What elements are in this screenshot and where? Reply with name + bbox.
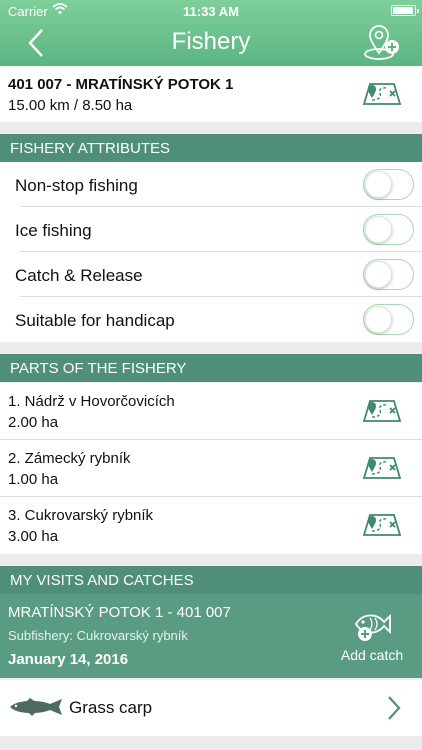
part-area: 2.00 ha [8,414,59,431]
part-name: 2. Zámecký rybník [8,450,131,467]
fishery-name: 401 007 - MRATÍNSKÝ POTOK 1 [8,76,234,93]
section-header-attributes: FISHERY ATTRIBUTES [0,134,422,162]
section-header-parts: PARTS OF THE FISHERY [0,354,422,382]
non-stop-fishing-toggle[interactable] [363,169,414,200]
catch-species: Grass carp [69,698,153,717]
status-bar: Carrier 11:33 AM [0,0,422,22]
map-route-icon[interactable] [362,452,402,482]
clock: 11:33 AM [183,4,239,19]
attribute-row: Ice fishing [0,207,422,252]
part-row[interactable]: 1. Nádrž v Hovorčovicích 2.00 ha [0,383,422,440]
attribute-label: Catch & Release [15,266,143,285]
part-area: 1.00 ha [8,471,59,488]
page-title: Fishery [171,28,251,55]
attribute-label: Non-stop fishing [15,176,138,195]
attributes-list: Non-stop fishing Ice fishing Catch & Rel… [0,162,422,342]
map-pin-add-icon [364,25,399,60]
add-catch-label: Add catch [340,647,404,663]
add-catch-button[interactable]: Add catch [322,594,422,678]
attribute-row: Suitable for handicap [0,297,422,342]
handicap-toggle[interactable] [363,304,414,335]
map-route-icon[interactable] [362,509,402,539]
parts-list: 1. Nádrž v Hovorčovicích 2.00 ha 2. Záme… [0,383,422,554]
map-route-icon[interactable] [362,78,402,108]
battery-icon [391,5,419,16]
map-route-icon[interactable] [362,395,402,425]
chevron-right-icon [388,696,401,720]
fishery-size: 15.00 km / 8.50 ha [8,97,133,114]
attribute-label: Ice fishing [15,221,92,240]
ice-fishing-toggle[interactable] [363,214,414,245]
part-row[interactable]: 2. Zámecký rybník 1.00 ha [0,440,422,497]
part-row[interactable]: 3. Cukrovarský rybník 3.00 ha [0,497,422,554]
fish-add-icon [354,613,391,641]
visit-date: January 14, 2016 [8,651,129,668]
part-name: 3. Cukrovarský rybník [8,507,154,524]
visit-title: MRATÍNSKÝ POTOK 1 - 401 007 [8,604,231,621]
visit-card[interactable]: MRATÍNSKÝ POTOK 1 - 401 007 Subfishery: … [0,594,422,678]
part-area: 3.00 ha [8,528,59,545]
visit-subfishery: Subfishery: Cukrovarský rybník [8,628,188,643]
fish-icon [10,698,62,716]
catch-release-toggle[interactable] [363,259,414,290]
nav-bar: Carrier 11:33 AM Fishery [0,0,422,66]
part-name: 1. Nádrž v Hovorčovicích [8,393,175,410]
fishery-summary[interactable]: 401 007 - MRATÍNSKÝ POTOK 1 15.00 km / 8… [0,66,422,122]
attribute-label: Suitable for handicap [15,311,175,330]
attribute-row: Non-stop fishing [0,162,422,207]
catch-row[interactable]: Grass carp [0,680,422,736]
attribute-row: Catch & Release [0,252,422,297]
section-header-visits: MY VISITS AND CATCHES [0,566,422,594]
add-location-button[interactable] [362,23,402,61]
